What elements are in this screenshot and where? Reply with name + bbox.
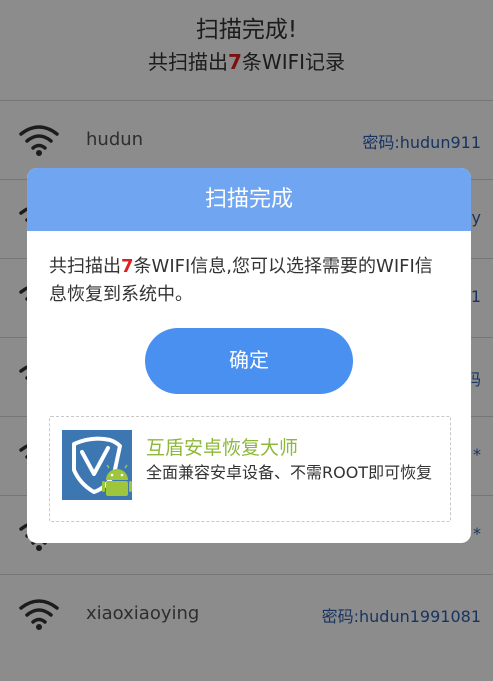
dialog-message: 共扫描出7条WIFI信息,您可以选择需要的WIFI信息恢复到系统中。 [49,253,449,309]
shield-android-logo-icon [62,430,132,500]
promo-banner[interactable]: 互盾安卓恢复大师 全面兼容安卓设备、不需ROOT即可恢复 [49,416,451,522]
promo-title: 互盾安卓恢复大师 [146,437,299,459]
dialog-message-count: 7 [121,256,134,277]
promo-description: 全面兼容安卓设备、不需ROOT即可恢复 [146,463,433,482]
dialog-message-prefix: 共扫描出 [49,256,121,277]
scan-complete-dialog: 扫描完成 共扫描出7条WIFI信息,您可以选择需要的WIFI信息恢复到系统中。 … [27,168,471,543]
dialog-title: 扫描完成 [27,168,471,231]
ok-button[interactable]: 确定 [145,328,353,394]
